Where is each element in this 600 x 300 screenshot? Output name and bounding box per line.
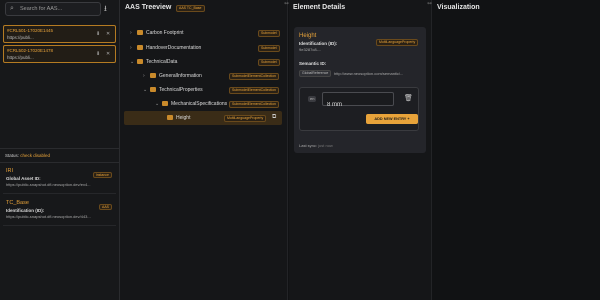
aas-list-item[interactable]: #CRL501-17020E1445 https://publi... ⬇ ✕ [3, 25, 116, 43]
search-input[interactable] [20, 4, 98, 14]
download-icon[interactable]: ⬇ [96, 31, 100, 37]
card-label: Global Asset ID: [6, 176, 41, 181]
chevron-right-icon[interactable]: › [143, 71, 145, 81]
aas-url: https://publi... [7, 35, 34, 40]
plus-icon: + [407, 117, 410, 121]
folder-icon [137, 45, 143, 50]
tree-node[interactable]: ⌄ TechnicalData Submodel [130, 57, 282, 67]
chevron-down-icon[interactable]: ⌄ [130, 57, 134, 67]
submodel-card[interactable]: IRI Global Asset ID: https://public-snap… [3, 166, 116, 194]
chevron-down-icon[interactable]: ⌄ [143, 85, 147, 95]
card-url: https://public-snapshot.dfl.neosoption.d… [6, 214, 91, 219]
element-type-tag: MultiLanguageProperty [376, 39, 419, 46]
semantic-id-label: Semantic ID: [299, 61, 327, 66]
chevron-down-icon[interactable]: ⌄ [155, 99, 159, 109]
node-tag: SubmodelElementCollection [229, 87, 279, 94]
folder-icon [150, 87, 156, 92]
close-icon[interactable]: ✕ [106, 31, 110, 37]
divider [0, 148, 120, 149]
details-title: Element Details [293, 4, 346, 11]
id-value: 9e3287c8-... [299, 47, 322, 52]
id-label: Identification (ID): [299, 41, 338, 46]
status-line: Status: check disabled [5, 153, 50, 158]
last-sync: Last sync: just now [299, 143, 333, 148]
node-tag: SubmodelElementCollection [229, 101, 279, 108]
add-new-entry-label: ADD NEW ENTRY [374, 117, 407, 121]
treeview-title: AAS Treeview [125, 4, 172, 11]
node-label: GeneralInformation [159, 73, 202, 79]
visualization-panel [433, 0, 600, 300]
submodel-card[interactable]: TC_Base Identification (ID): https://pub… [3, 198, 116, 226]
node-tag: Submodel [258, 59, 280, 66]
element-name: Height [299, 33, 317, 39]
property-icon [167, 115, 173, 120]
node-tag: SubmodelElementCollection [229, 73, 279, 80]
tree-node[interactable]: ⌄ TechnicalProperties SubmodelElementCol… [143, 85, 282, 95]
download-icon[interactable]: ⬇ [96, 51, 100, 57]
card-label: Identification (ID): [6, 208, 45, 213]
visualization-title: Visualization [437, 4, 480, 11]
upload-icon[interactable]: ⭳ [104, 3, 107, 17]
trash-icon[interactable]: 🗑 [404, 94, 413, 102]
node-tag: Submodel [258, 45, 280, 52]
aas-url: https://publi... [7, 55, 34, 60]
value-input[interactable] [323, 99, 393, 111]
status-value: check disabled [20, 153, 51, 158]
folder-icon [150, 73, 156, 78]
card-name: IRI [6, 168, 14, 174]
folder-icon [137, 59, 143, 64]
aas-id: #CRL501-17020E1445 [7, 28, 54, 33]
treeview-title-tag: AAS TC_Base [176, 5, 205, 12]
card-badge: AAS [98, 204, 112, 210]
language-select[interactable]: en [308, 96, 317, 102]
tree-node-selected[interactable]: Height MultiLanguageProperty [160, 113, 270, 123]
semantic-type-tag: GlobalReference [299, 70, 332, 77]
card-url: https://public-snapshot.dfl.neosoption.d… [6, 182, 91, 187]
node-tag: MultiLanguageProperty [224, 115, 267, 122]
chevron-right-icon[interactable]: › [130, 43, 132, 53]
status-label: Status: [5, 153, 20, 158]
mlp-entry-box: en 🗑 ADD NEW ENTRY + [299, 87, 419, 131]
node-label: HandoverDocumentation [146, 45, 202, 51]
card-badge: Instance [92, 172, 112, 178]
chevron-right-icon[interactable]: › [130, 28, 132, 38]
tree-node[interactable]: › Carbon Footprint Submodel [130, 28, 282, 38]
search-icon: ⌕ [10, 5, 14, 12]
last-sync-value: just now [318, 143, 333, 148]
tree-node[interactable]: › HandoverDocumentation Submodel [130, 43, 282, 53]
node-tag: Submodel [258, 30, 280, 37]
node-label: MechanicalSpecifications [171, 101, 228, 107]
node-label: Height [176, 115, 191, 121]
last-sync-label: Last sync: [299, 143, 318, 148]
element-card: Height MultiLanguageProperty Identificat… [294, 27, 426, 153]
value-field[interactable] [322, 92, 394, 111]
semantic-id-value: http://www.neosoption.com/semantic/... [334, 71, 404, 76]
tree-node[interactable]: ⌄ MechanicalSpecifications SubmodelEleme… [155, 99, 282, 109]
aas-id: #CRL502-17020E1478 [7, 48, 54, 53]
node-label: Carbon Footprint [146, 30, 184, 36]
close-icon[interactable]: ✕ [106, 51, 110, 57]
folder-icon [162, 101, 168, 106]
search-box[interactable]: ⌕ [5, 2, 101, 16]
folder-icon [137, 30, 143, 35]
add-new-entry-button[interactable]: ADD NEW ENTRY + [366, 114, 418, 124]
node-label: TechnicalData [146, 59, 178, 65]
divider [0, 162, 120, 163]
aas-list-panel: ⌕ ⭳ #CRL501-17020E1445 https://publi... … [0, 0, 120, 300]
node-label: TechnicalProperties [159, 87, 203, 93]
copy-icon[interactable]: ⧉ [272, 114, 276, 121]
aas-list-item[interactable]: #CRL502-17020E1478 https://publi... ⬇ ✕ [3, 45, 116, 63]
card-name: TC_Base [6, 200, 29, 206]
tree-node[interactable]: › GeneralInformation SubmodelElementColl… [143, 71, 282, 81]
